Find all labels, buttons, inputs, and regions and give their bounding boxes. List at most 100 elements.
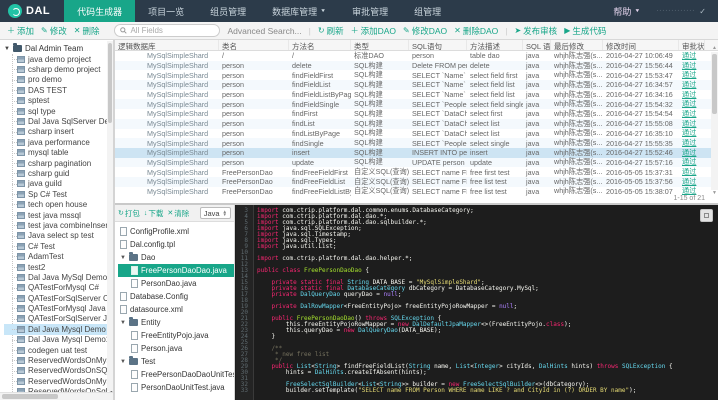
column-header[interactable]: 修改时间 bbox=[603, 40, 679, 50]
sidebar-project-item[interactable]: test java mssql bbox=[4, 210, 113, 220]
sidebar-project-item[interactable]: mysql table bbox=[4, 148, 113, 158]
column-header[interactable]: SQL语句 bbox=[409, 40, 467, 50]
approval-status-link[interactable]: 通过 bbox=[679, 109, 705, 119]
sidebar-project-item[interactable]: ReservedWordsOnMysql C bbox=[4, 376, 113, 386]
file-tree-folder[interactable]: ▼ Dao bbox=[118, 251, 234, 264]
approval-status-link[interactable]: 通过 bbox=[679, 70, 705, 80]
column-header[interactable]: 审批状态 bbox=[679, 40, 705, 50]
approval-status-link[interactable]: 通过 bbox=[679, 177, 705, 187]
approval-status-link[interactable]: 通过 bbox=[679, 51, 705, 61]
table-row[interactable]: MySqlSimpleShard FreePersonDao findFreeFie… bbox=[115, 186, 718, 197]
sidebar-project-item[interactable]: test java combineInser bbox=[4, 220, 113, 230]
language-select[interactable]: Java ▲ ▼ bbox=[199, 207, 231, 219]
column-header[interactable]: SQL 语言 bbox=[523, 40, 551, 50]
generate-code-button[interactable]: ▶ 生成代码 bbox=[564, 25, 606, 37]
sidebar-project-item[interactable]: java demo project bbox=[4, 54, 113, 64]
table-row[interactable]: MySqlSimpleShard person findFieldFirst SQL构… bbox=[115, 70, 718, 80]
table-row[interactable]: MySqlSimpleShard / / 标准DAO person table dao ja… bbox=[115, 51, 718, 61]
add-dao-button[interactable]: ＋添加DAO bbox=[351, 25, 396, 37]
search-input[interactable] bbox=[130, 26, 211, 35]
sidebar-project-item[interactable]: DAS TEST bbox=[4, 85, 113, 95]
table-row[interactable]: MySqlSimpleShard person findFieldList SQL构建… bbox=[115, 80, 718, 90]
sidebar-project-item[interactable]: java performance bbox=[4, 137, 113, 147]
delete-dao-button[interactable]: ✕ 删除DAO bbox=[454, 25, 498, 37]
sidebar-project-item[interactable]: AdamTest bbox=[4, 251, 113, 261]
column-header[interactable]: 逻辑数据库 bbox=[115, 40, 219, 50]
refresh-button[interactable]: ↻ 刷新 bbox=[318, 25, 344, 37]
user-menu[interactable]: ············· ✓ bbox=[656, 7, 706, 16]
sidebar-project-item[interactable]: Sp C# Test bbox=[4, 189, 113, 199]
clear-button[interactable]: ✕ 清除 bbox=[167, 208, 189, 219]
scroll-down-icon[interactable]: ▼ bbox=[711, 190, 718, 197]
scrollbar-thumb[interactable] bbox=[2, 394, 58, 399]
column-header[interactable]: 类型 bbox=[351, 40, 409, 50]
sidebar-project-item[interactable]: sptest bbox=[4, 96, 113, 106]
table-row[interactable]: MySqlSimpleShard person findListByPage SQL构… bbox=[115, 128, 718, 139]
column-header[interactable]: 方法名 bbox=[289, 40, 351, 50]
file-tree-file[interactable]: PersonDaoUnitTest.java bbox=[118, 381, 234, 394]
sidebar-project-item[interactable]: Dal Java MySql Demo bbox=[4, 272, 113, 282]
file-tree-file[interactable]: datasource.xml bbox=[118, 303, 234, 316]
file-tree-file[interactable]: FreeEntityPojo.java bbox=[118, 329, 234, 342]
edit-button[interactable]: ✎ 修改 bbox=[41, 25, 67, 37]
sidebar-project-item[interactable]: test2 bbox=[4, 262, 113, 272]
column-header[interactable]: 方法描述 bbox=[467, 40, 523, 50]
table-row[interactable]: MySqlSimpleShard FreePersonDao findFreeFie… bbox=[115, 177, 718, 187]
menu-item[interactable]: 组管理 bbox=[401, 0, 454, 22]
table-row[interactable]: MySqlSimpleShard person findFieldListByPag… bbox=[115, 90, 718, 100]
menu-item[interactable]: 项目一览 bbox=[135, 0, 197, 22]
table-row[interactable]: MySqlSimpleShard person insert SQL构建 INSERT … bbox=[115, 148, 718, 158]
help-menu[interactable]: 帮助 ▼ bbox=[613, 5, 640, 18]
sidebar-project-item[interactable]: QATestForSqlServer Java bbox=[4, 314, 113, 324]
sidebar-project-item[interactable]: Dal Java Mysql Demo bbox=[4, 324, 113, 335]
file-tree-file[interactable]: ConfigProfile.xml bbox=[118, 225, 234, 238]
sidebar-project-item[interactable]: ReservedWordsOnSQLSer bbox=[4, 366, 113, 376]
file-tree-folder[interactable]: ▼ Test bbox=[118, 355, 234, 368]
sidebar-project-item[interactable]: Java select sp test bbox=[4, 231, 113, 241]
column-header[interactable]: 类名 bbox=[219, 40, 289, 50]
file-tree-file[interactable]: Person.java bbox=[118, 342, 234, 355]
sidebar-project-item[interactable]: Dal Java SqlServer Demo bbox=[4, 116, 113, 126]
approval-status-link[interactable]: 通过 bbox=[679, 157, 705, 167]
file-tree-file[interactable]: PersonDao.java bbox=[118, 277, 234, 290]
delete-button[interactable]: ✕ 删除 bbox=[74, 25, 100, 37]
column-header[interactable]: 最后修改 bbox=[551, 40, 603, 50]
scrollbar-thumb[interactable] bbox=[712, 54, 717, 114]
approval-status-link[interactable]: 通过 bbox=[679, 61, 705, 71]
file-tree-file[interactable]: Database.Config bbox=[118, 290, 234, 303]
expand-icon[interactable] bbox=[700, 209, 713, 222]
approval-status-link[interactable]: 通过 bbox=[679, 90, 705, 100]
sidebar-project-item[interactable]: ReservedWordsOnMysql bbox=[4, 355, 113, 365]
sidebar-project-item[interactable]: csharp pagination bbox=[4, 158, 113, 168]
approval-status-link[interactable]: 通过 bbox=[679, 80, 705, 90]
edit-dao-button[interactable]: ✎ 修改DAO bbox=[403, 25, 447, 37]
sidebar-project-item[interactable]: tech open house bbox=[4, 199, 113, 209]
scroll-up-icon[interactable]: ▲ bbox=[711, 45, 718, 52]
dal-logo[interactable]: DAL bbox=[0, 0, 64, 22]
menu-item[interactable]: 数据库管理 ▼ bbox=[259, 0, 339, 22]
table-row[interactable]: MySqlSimpleShard person findSingle SQL构建 SEL… bbox=[115, 138, 718, 148]
sidebar-project-item[interactable]: csharp guid bbox=[4, 168, 113, 178]
advanced-search-link[interactable]: Advanced Search... bbox=[227, 26, 301, 36]
table-row[interactable]: MySqlSimpleShard person update SQL构建 UPDATE … bbox=[115, 157, 718, 168]
approval-status-link[interactable]: 通过 bbox=[679, 99, 705, 109]
sidebar-project-item[interactable]: C# Test bbox=[4, 241, 113, 251]
sidebar-project-item[interactable]: java guild bbox=[4, 179, 113, 189]
menu-item[interactable]: 代码生成器 bbox=[64, 0, 136, 22]
table-row[interactable]: MySqlSimpleShard FreePersonDao findFreeFie… bbox=[115, 167, 718, 177]
table-row[interactable]: MySqlSimpleShard person findFieldSingle SQL… bbox=[115, 99, 718, 110]
add-button[interactable]: ＋添加 bbox=[7, 25, 34, 37]
table-row[interactable]: MySqlSimpleShard person findList SQL构建 SELEC… bbox=[115, 119, 718, 129]
sidebar-project-item[interactable]: csharp demo project bbox=[4, 64, 113, 74]
table-row[interactable]: MySqlSimpleShard person findFirst SQL构建 SELE… bbox=[115, 109, 718, 119]
sidebar-project-item[interactable]: QATestForSqlServer C# bbox=[4, 293, 113, 303]
sidebar-project-item[interactable]: QATestForMysql Java bbox=[4, 303, 113, 313]
package-button[interactable]: ↻ 打包 bbox=[118, 208, 140, 219]
tree-root-dal-admin-team[interactable]: ▼ Dal Admin Team bbox=[4, 43, 113, 54]
sidebar-project-item[interactable]: pro demo bbox=[4, 75, 113, 85]
sidebar-project-item[interactable]: csharp insert bbox=[4, 127, 113, 137]
sidebar-project-item[interactable]: codegen uat test bbox=[4, 345, 113, 355]
sidebar-project-item[interactable]: Dal Java Mysql Demo1 bbox=[4, 335, 113, 345]
file-tree-file[interactable]: FreePersonDaoDao.java bbox=[118, 264, 234, 277]
sidebar-project-item[interactable]: QATestForMysql C# bbox=[4, 283, 113, 293]
